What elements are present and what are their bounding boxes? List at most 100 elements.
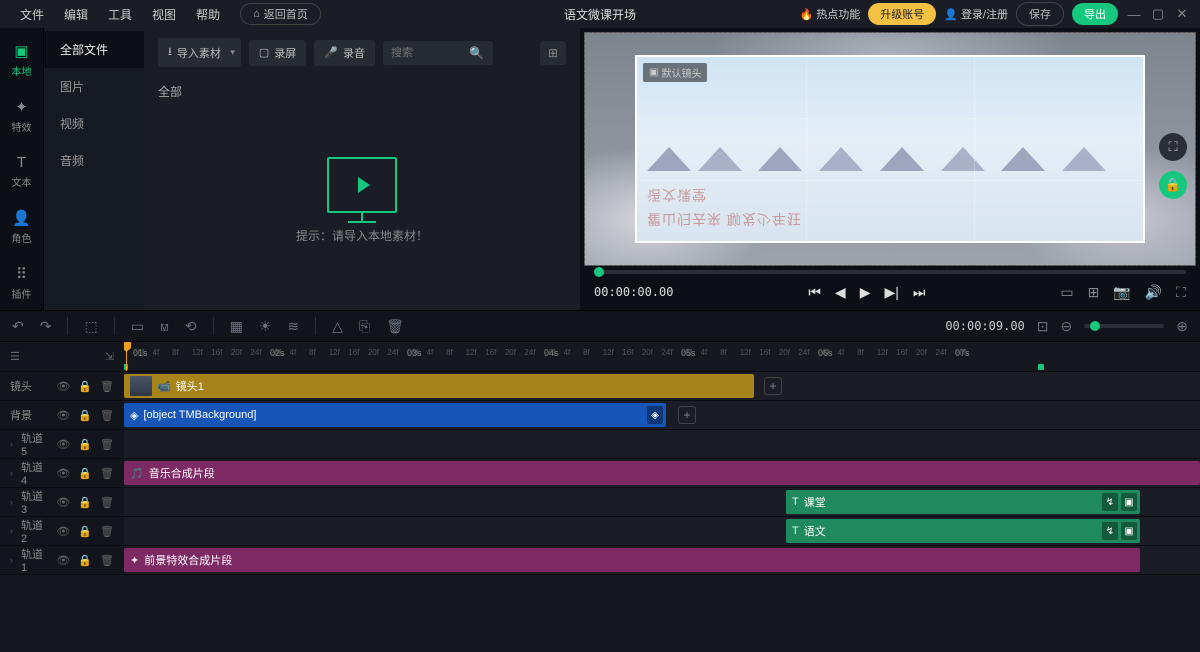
trash-icon[interactable]: 🗑 — [100, 467, 114, 480]
trash-icon[interactable]: 🗑 — [100, 554, 114, 567]
trash-icon[interactable]: 🗑 — [100, 438, 114, 451]
maximize-button[interactable]: ▢ — [1150, 6, 1166, 22]
upgrade-button[interactable]: 升级账号 — [868, 3, 936, 25]
zoom-slider[interactable] — [1084, 324, 1164, 328]
nav-text[interactable]: T文本 — [0, 150, 43, 193]
subnav-videos[interactable]: 视频 — [44, 105, 144, 142]
nav-plugins[interactable]: ⠿插件 — [0, 261, 43, 305]
add-clip-button[interactable]: + — [764, 377, 782, 395]
menu-tools[interactable]: 工具 — [98, 6, 142, 23]
eye-icon[interactable]: 👁 — [56, 554, 70, 567]
mask-tool[interactable]: ▦ — [230, 318, 243, 335]
key-icon[interactable]: ↯ — [1102, 522, 1118, 540]
menu-edit[interactable]: 编辑 — [54, 6, 98, 23]
play-button[interactable]: ▶ — [860, 284, 871, 301]
eye-icon[interactable]: 👁 — [56, 467, 70, 480]
snapshot-button[interactable]: 📷 — [1113, 284, 1130, 301]
clip-text-classroom-front[interactable]: T 课堂 ↯▣ — [786, 490, 1140, 514]
home-button[interactable]: ⌂返回首页 — [240, 3, 321, 25]
crop-tool[interactable]: ⟏ — [160, 318, 169, 335]
timeline-ruler[interactable]: 01s4f8f12f16f20f24f28f02s4f8f12f16f20f24… — [124, 342, 1200, 371]
crop-tool-button[interactable]: ⛶ — [1159, 133, 1187, 161]
grid-view-button[interactable]: ⊞ — [540, 41, 566, 65]
prev-frame-button[interactable]: ◀ — [835, 284, 846, 301]
eye-icon[interactable]: 👁 — [56, 380, 70, 393]
add-clip-button[interactable]: + — [678, 406, 696, 424]
playhead[interactable] — [126, 342, 127, 371]
search-box[interactable]: 🔍 — [383, 41, 493, 65]
subnav-audio[interactable]: 音频 — [44, 142, 144, 179]
grid-toggle-button[interactable]: ⊞ — [1088, 284, 1100, 301]
nav-effects[interactable]: ✦特效 — [0, 94, 43, 138]
delete-tool[interactable]: 🗑 — [386, 318, 404, 335]
preview-scrubber[interactable] — [594, 270, 1186, 274]
split-tool[interactable]: ▭ — [131, 318, 144, 335]
clip-background[interactable]: ◈ [object TMBackground] ◈ — [124, 403, 666, 427]
menu-help[interactable]: 帮助 — [186, 6, 230, 23]
menu-file[interactable]: 文件 — [10, 6, 54, 23]
key-icon[interactable]: ↯ — [1102, 493, 1118, 511]
lock-icon[interactable]: 🔒 — [78, 554, 92, 567]
skip-start-button[interactable]: ⏮ — [808, 284, 821, 301]
track-collapse-icon[interactable]: ⇲ — [105, 350, 114, 363]
lock-icon[interactable]: 🔒 — [78, 467, 92, 480]
record-screen-button[interactable]: ▢录屏 — [249, 40, 306, 66]
export-button[interactable]: 导出 — [1072, 3, 1118, 25]
login-link[interactable]: 👤登录/注册 — [944, 6, 1008, 22]
eye-icon[interactable]: 👁 — [56, 438, 70, 451]
fit-button[interactable]: ⊡ — [1037, 318, 1049, 335]
redo-button[interactable]: ↷ — [40, 318, 52, 335]
display-mode-button[interactable]: ▭ — [1060, 284, 1073, 301]
marker-tool[interactable]: △ — [332, 318, 343, 335]
zoom-in-button[interactable]: ⊕ — [1176, 318, 1188, 335]
lock-icon[interactable]: 🔒 — [78, 409, 92, 422]
volume-button[interactable]: 🔊 — [1145, 284, 1162, 301]
import-button[interactable]: ⭳导入素材 — [158, 38, 241, 67]
box-icon[interactable]: ▣ — [1121, 493, 1137, 511]
undo-button[interactable]: ↶ — [12, 318, 24, 335]
search-input[interactable] — [391, 47, 461, 59]
preview-canvas[interactable]: ▣默认镜头 瞿山归去来 聊发少年狂语文课堂 ⛶ 🔒 — [584, 32, 1196, 266]
menu-view[interactable]: 视图 — [142, 6, 186, 23]
track-head-2: ›轨道2 👁 🔒 🗑 — [0, 517, 124, 545]
nav-local[interactable]: ▣本地 — [0, 38, 43, 82]
next-frame-button[interactable]: ▶| — [884, 284, 898, 301]
nav-character[interactable]: 👤角色 — [0, 205, 43, 249]
eye-icon[interactable]: 👁 — [56, 496, 70, 509]
hot-features-link[interactable]: 🔥热点功能 — [800, 6, 861, 22]
pointer-tool[interactable]: ⬚ — [84, 318, 97, 335]
lock-icon[interactable]: 🔒 — [78, 496, 92, 509]
box-icon[interactable]: ▣ — [1121, 522, 1137, 540]
trash-icon[interactable]: 🗑 — [100, 409, 114, 422]
clip-music[interactable]: 🎵 音乐合成片段 — [124, 461, 1200, 485]
home-icon: ⌂ — [253, 8, 260, 20]
layers-tool[interactable]: ≋ — [287, 318, 299, 335]
copy-tool[interactable]: ⎘ — [359, 318, 370, 335]
trash-icon[interactable]: 🗑 — [100, 525, 114, 538]
minimize-button[interactable]: — — [1126, 7, 1142, 22]
eye-icon[interactable]: 👁 — [56, 409, 70, 422]
lock-icon[interactable]: 🔒 — [78, 525, 92, 538]
lock-icon[interactable]: 🔒 — [78, 438, 92, 451]
subnav-all-files[interactable]: 全部文件 — [44, 31, 144, 68]
trash-icon[interactable]: 🗑 — [100, 380, 114, 393]
record-audio-button[interactable]: 🎤录音 — [314, 40, 375, 66]
lock-tool-button[interactable]: 🔒 — [1159, 171, 1187, 199]
adjust-tool[interactable]: ☀ — [259, 318, 272, 335]
clip-shot[interactable]: 📹 镜头1 — [124, 374, 754, 398]
track-menu-icon[interactable]: ☰ — [10, 350, 20, 363]
monitor-icon — [327, 157, 397, 213]
fullscreen-button[interactable]: ⛶ — [1176, 284, 1186, 301]
close-button[interactable]: ✕ — [1174, 6, 1190, 22]
lock-icon[interactable]: 🔒 — [78, 380, 92, 393]
skip-end-button[interactable]: ⏭ — [913, 284, 926, 301]
eye-icon[interactable]: 👁 — [56, 525, 70, 538]
clip-text-chinese[interactable]: T 语文 ↯▣ — [786, 519, 1140, 543]
save-button[interactable]: 保存 — [1016, 2, 1064, 26]
clip-foreground-fx[interactable]: ✦ 前景特效合成片段 — [124, 548, 1140, 572]
subnav-images[interactable]: 图片 — [44, 68, 144, 105]
zoom-out-button[interactable]: ⊖ — [1061, 318, 1073, 335]
rotate-tool[interactable]: ⟲ — [185, 318, 197, 335]
trash-icon[interactable]: 🗑 — [100, 496, 114, 509]
track-head-1: ›轨道1 👁 🔒 🗑 — [0, 546, 124, 574]
